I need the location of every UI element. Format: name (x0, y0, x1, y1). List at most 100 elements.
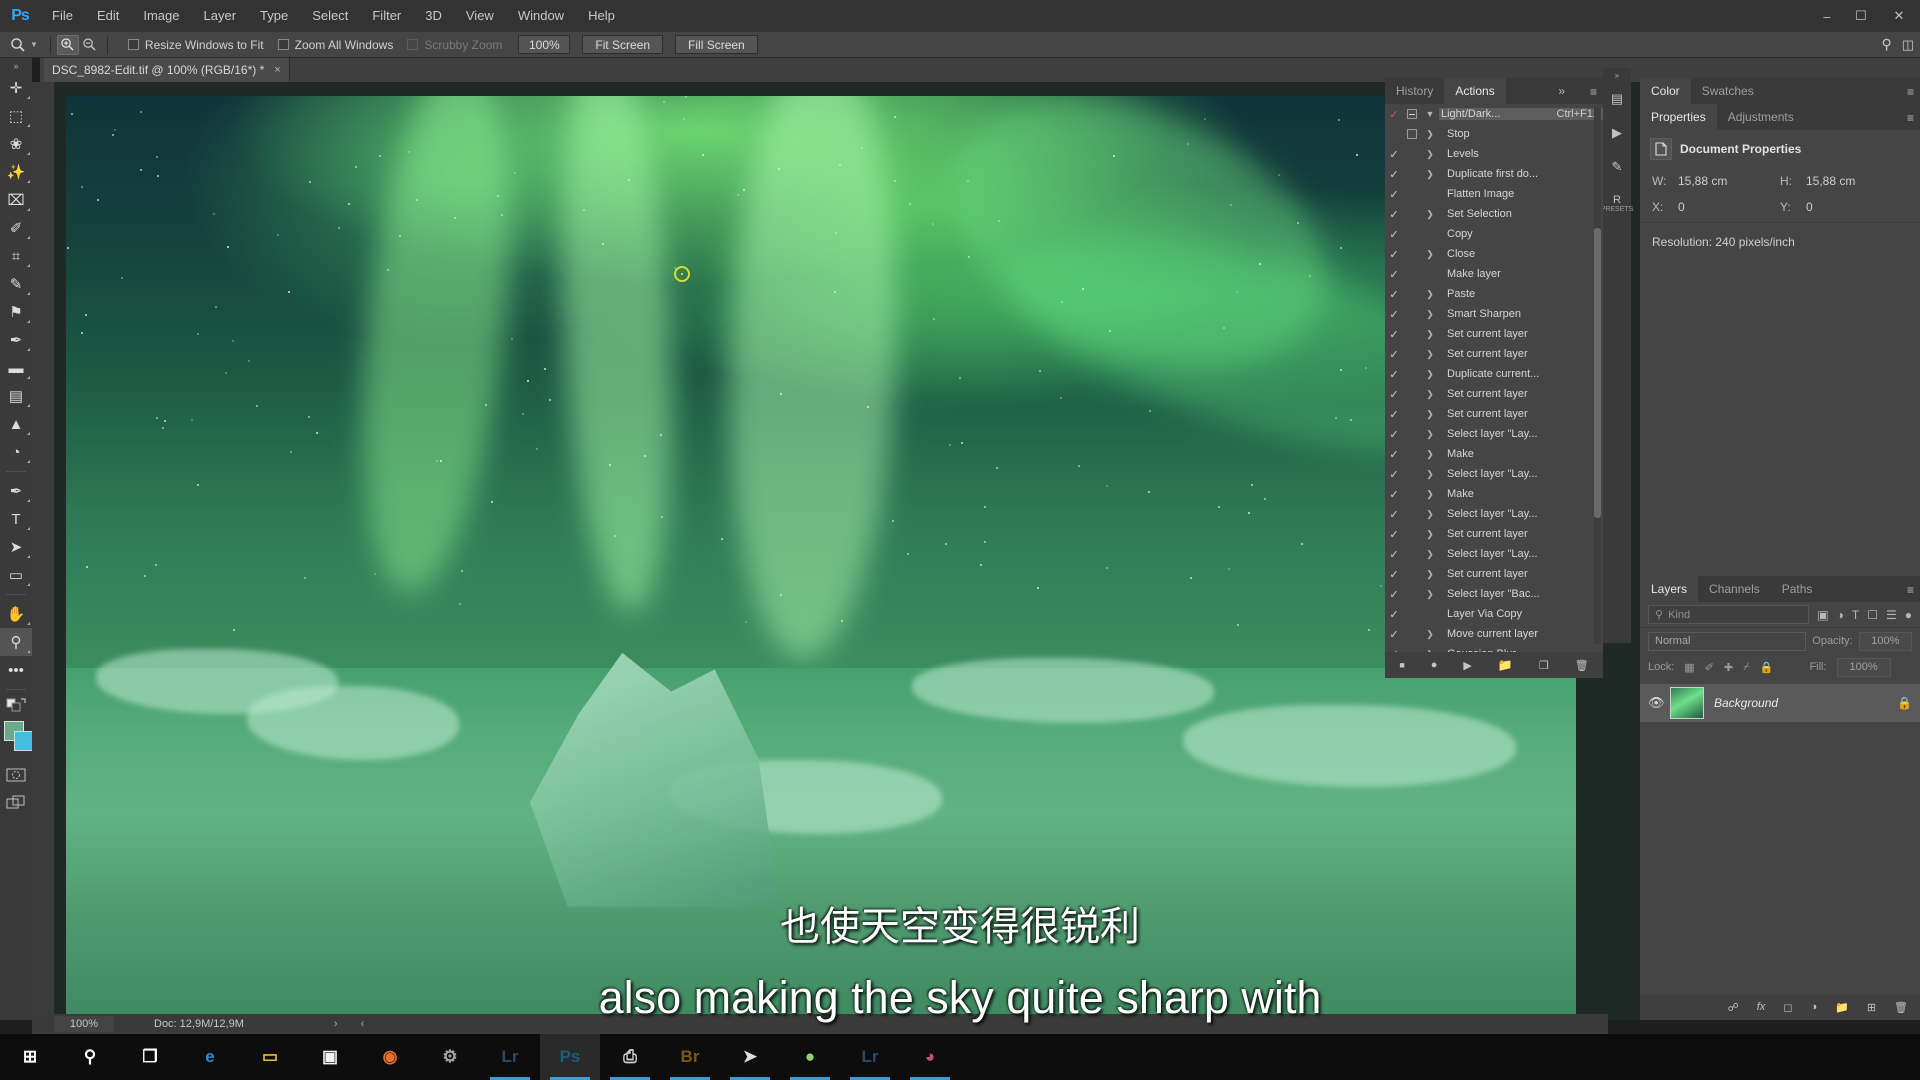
expand-arrow-icon[interactable]: ❯ (1421, 529, 1439, 540)
adjustment-filter-icon[interactable]: ◑ (1837, 608, 1844, 622)
menu-item-window[interactable]: Window (506, 0, 576, 32)
fit-screen-button[interactable]: Fit Screen (582, 35, 664, 54)
expand-arrow-icon[interactable]: ❯ (1421, 309, 1439, 320)
expand-arrow-icon[interactable]: ❯ (1421, 289, 1439, 300)
action-row[interactable]: ✓ ❯ Select layer "Lay... (1385, 424, 1603, 444)
action-row[interactable]: ✓ ❯ Select layer "Lay... (1385, 504, 1603, 524)
width-field[interactable]: W: 15,88 cm (1652, 174, 1780, 188)
action-toggle-icon[interactable]: ✓ (1385, 488, 1403, 501)
printer-app[interactable]: ⎙ (600, 1034, 660, 1080)
stop-playing-button[interactable]: ■ (1399, 660, 1404, 670)
action-row[interactable]: ✓ ❯ Set Selection (1385, 204, 1603, 224)
y-field[interactable]: Y: 0 (1780, 200, 1908, 214)
expand-arrow-icon[interactable]: ❯ (1421, 389, 1439, 400)
histogram-icon[interactable]: ▤ (1603, 82, 1631, 116)
filter-toggle-icon[interactable]: ● (1905, 608, 1912, 622)
action-row[interactable]: ✓ ❯ Set current layer (1385, 324, 1603, 344)
action-toggle-icon[interactable]: ✓ (1385, 568, 1403, 581)
layer-row-background[interactable]: 👁 Background 🔒 (1640, 684, 1920, 722)
action-row[interactable]: ✓ Flatten Image (1385, 184, 1603, 204)
panel-more-icon[interactable]: » (1558, 84, 1565, 98)
delete-action-button[interactable]: 🗑 (1575, 659, 1589, 672)
gradient-tool[interactable]: ▤ (0, 382, 32, 410)
resize-windows-to-fit-checkbox[interactable]: Resize Windows to Fit (127, 38, 264, 52)
lock-transparent-icon[interactable]: ▦ (1684, 661, 1694, 674)
paths-icon[interactable]: ✎ (1603, 150, 1631, 184)
document-image[interactable] (66, 96, 1576, 1018)
expand-arrow-icon[interactable]: ❯ (1421, 329, 1439, 340)
lock-image-icon[interactable]: ✐ (1705, 661, 1714, 674)
play-selection-button[interactable]: ▶ (1463, 659, 1471, 672)
lock-artboard-icon[interactable]: ⌿ (1743, 661, 1750, 674)
action-toggle-icon[interactable]: ✓ (1385, 308, 1403, 321)
tab-actions[interactable]: Actions (1444, 78, 1506, 104)
action-row[interactable]: ✓ ❯ Paste (1385, 284, 1603, 304)
rectangular-marquee-tool[interactable]: ⬚ (0, 102, 32, 130)
search-icon[interactable]: ⚲ (1881, 36, 1891, 53)
action-toggle-icon[interactable]: ✓ (1385, 588, 1403, 601)
start-button[interactable]: ⊞ (0, 1034, 60, 1080)
tab-swatches[interactable]: Swatches (1691, 78, 1765, 104)
create-new-action-button[interactable]: ❐ (1539, 659, 1549, 672)
lightroom-classic-app[interactable]: Lr (840, 1034, 900, 1080)
layer-lock-icon[interactable]: 🔒 (1897, 696, 1912, 710)
eraser-tool[interactable]: ▬ (0, 354, 32, 382)
action-row[interactable]: ✓ Layer Via Copy (1385, 604, 1603, 624)
action-dialog-toggle[interactable] (1403, 129, 1421, 139)
edge-browser[interactable]: e (180, 1034, 240, 1080)
tab-color[interactable]: Color (1640, 78, 1691, 104)
zoom-tool[interactable]: ⚲ (0, 628, 32, 656)
action-row[interactable]: ✓ ❯ Select layer "Bac... (1385, 584, 1603, 604)
expand-arrow-icon[interactable]: ❯ (1421, 149, 1439, 160)
action-row[interactable]: ✓ Copy (1385, 224, 1603, 244)
menu-item-help[interactable]: Help (576, 0, 627, 32)
action-toggle-icon[interactable]: ✓ (1385, 628, 1403, 641)
action-toggle-icon[interactable]: ✓ (1385, 328, 1403, 341)
menu-item-layer[interactable]: Layer (192, 0, 249, 32)
action-row[interactable]: ✓ ❯ Smart Sharpen (1385, 304, 1603, 324)
expand-arrow-icon[interactable]: ❯ (1421, 169, 1439, 180)
maximize-icon[interactable]: ☐ (1844, 0, 1878, 32)
tab-channels[interactable]: Channels (1698, 576, 1771, 602)
action-row[interactable]: ❯ Stop (1385, 124, 1603, 144)
path-selection-tool[interactable]: ➤ (0, 533, 32, 561)
action-row[interactable]: ✓ ❯ Set current layer (1385, 344, 1603, 364)
action-toggle-icon[interactable]: ✓ (1385, 108, 1403, 121)
action-toggle-icon[interactable]: ✓ (1385, 208, 1403, 221)
document-tab[interactable]: DSC_8982-Edit.tif @ 100% (RGB/16*) * × (44, 58, 290, 82)
history-brush-tool[interactable]: ✒ (0, 326, 32, 354)
expand-arrow-icon[interactable]: ❯ (1421, 629, 1439, 640)
file-explorer[interactable]: ▭ (240, 1034, 300, 1080)
shape-filter-icon[interactable]: ☐ (1867, 608, 1878, 622)
tab-history[interactable]: History (1385, 78, 1444, 104)
clone-stamp-tool[interactable]: ⚑ (0, 298, 32, 326)
quick-mask-button[interactable] (0, 761, 32, 789)
active-tool-zoom-icon[interactable]: ▼ (0, 37, 44, 53)
tab-adjustments[interactable]: Adjustments (1717, 104, 1805, 130)
background-color-swatch[interactable] (14, 731, 34, 751)
expand-arrow-icon[interactable]: ❯ (1421, 449, 1439, 460)
settings-app[interactable]: ⚙ (420, 1034, 480, 1080)
spot-healing-brush-tool[interactable]: ⌗ (0, 242, 32, 270)
action-dialog-toggle[interactable] (1403, 109, 1421, 119)
blur-tool[interactable]: ▲ (0, 410, 32, 438)
crop-tool[interactable]: ⌧ (0, 186, 32, 214)
checkbox-icon[interactable] (127, 39, 139, 50)
expand-arrow-icon[interactable]: ❯ (1421, 549, 1439, 560)
begin-recording-button[interactable]: ● (1431, 659, 1438, 671)
type-filter-icon[interactable]: T (1852, 608, 1859, 622)
magic-wand-tool[interactable]: ✨ (0, 158, 32, 186)
edit-toolbar-button[interactable]: ••• (0, 656, 32, 684)
pixel-filter-icon[interactable]: ▣ (1817, 608, 1828, 622)
action-row[interactable]: ✓ ❯ Levels (1385, 144, 1603, 164)
x-field[interactable]: X: 0 (1652, 200, 1780, 214)
expand-arrow-icon[interactable]: ▼ (1421, 109, 1439, 119)
menu-item-select[interactable]: Select (300, 0, 360, 32)
tab-paths[interactable]: Paths (1771, 576, 1824, 602)
expand-arrow-icon[interactable]: ❯ (1421, 349, 1439, 360)
action-toggle-icon[interactable]: ✓ (1385, 148, 1403, 161)
menu-item-view[interactable]: View (454, 0, 506, 32)
action-row[interactable]: ✓ ❯ Duplicate current... (1385, 364, 1603, 384)
action-row[interactable]: ✓❯Gaussian Blur (1385, 644, 1603, 652)
scrollbar-thumb[interactable] (1594, 228, 1601, 518)
